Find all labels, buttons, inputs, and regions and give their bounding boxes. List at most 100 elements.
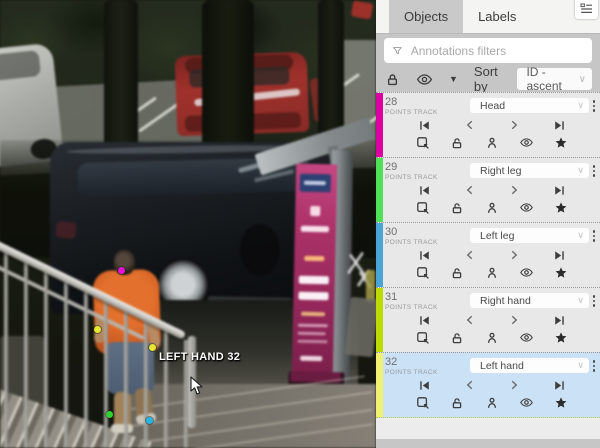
annotation-canvas[interactable]: LEFT HAND 32 [0, 0, 376, 448]
hide-all-eye-icon[interactable] [416, 72, 433, 87]
prev-keyframe-icon[interactable] [464, 249, 476, 261]
object-label-value: Left leg [480, 230, 514, 242]
switch-outside-icon[interactable] [416, 201, 430, 215]
switch-hidden-eye-icon[interactable] [519, 136, 534, 149]
switch-hidden-eye-icon[interactable] [519, 266, 534, 279]
chevron-down-icon: ∨ [579, 74, 586, 85]
keyframe-navigation [418, 378, 566, 392]
prev-keyframe-icon[interactable] [464, 379, 476, 391]
switch-outside-icon[interactable] [416, 331, 430, 345]
switch-keyframe-star-icon[interactable] [554, 136, 568, 150]
sort-order-select[interactable]: ID - ascent ∨ [517, 68, 592, 90]
last-keyframe-icon[interactable] [553, 379, 566, 392]
sort-by-label: Sort by [474, 64, 502, 94]
keyframe-navigation [418, 313, 566, 327]
switch-lock-icon[interactable] [450, 396, 464, 410]
switch-lock-icon[interactable] [450, 266, 464, 280]
left-leg-point[interactable] [146, 417, 153, 424]
object-type: POINTS TRACK [385, 239, 438, 246]
selected-point-label: LEFT HAND 32 [159, 351, 240, 363]
switch-keyframe-star-icon[interactable] [554, 396, 568, 410]
switch-keyframe-star-icon[interactable] [554, 266, 568, 280]
object-id: 31 [385, 292, 397, 303]
sort-order-value: ID - ascent [526, 65, 578, 93]
tab-labels[interactable]: Labels [463, 0, 531, 33]
object-actions-menu-icon[interactable] [593, 295, 596, 307]
objects-list: 28 POINTS TRACK Head ∨ 29 POINTS TRACK R… [376, 92, 600, 418]
object-row[interactable]: 29 POINTS TRACK Right leg ∨ [376, 157, 600, 222]
switch-occluded-person-icon[interactable] [485, 136, 499, 150]
caret-down-icon[interactable]: ▼ [449, 75, 458, 84]
mouse-cursor [190, 376, 204, 396]
first-keyframe-icon[interactable] [418, 314, 431, 327]
object-color-strip [376, 353, 383, 417]
switch-keyframe-star-icon[interactable] [554, 201, 568, 215]
last-keyframe-icon[interactable] [553, 249, 566, 262]
sidebar-tabbar: Objects Labels [376, 0, 600, 34]
object-row[interactable]: 30 POINTS TRACK Left leg ∨ [376, 222, 600, 287]
tab-objects[interactable]: Objects [389, 0, 463, 33]
object-label-select[interactable]: Left hand ∨ [470, 358, 589, 373]
collapse-sidebar-button[interactable] [575, 0, 598, 19]
switch-hidden-eye-icon[interactable] [519, 396, 534, 409]
panel-footer [376, 418, 600, 439]
prev-keyframe-icon[interactable] [464, 314, 476, 326]
switch-outside-icon[interactable] [416, 396, 430, 410]
object-label-value: Left hand [480, 360, 524, 372]
object-switches [416, 330, 568, 345]
object-id: 28 [385, 97, 397, 108]
object-switches [416, 200, 568, 215]
object-switches [416, 265, 568, 280]
first-keyframe-icon[interactable] [418, 119, 431, 132]
chevron-down-icon: ∨ [577, 295, 584, 306]
object-label-select[interactable]: Right leg ∨ [470, 163, 589, 178]
next-keyframe-icon[interactable] [508, 379, 520, 391]
switch-lock-icon[interactable] [450, 136, 464, 150]
left-hand-point[interactable] [149, 344, 156, 351]
next-keyframe-icon[interactable] [508, 314, 520, 326]
last-keyframe-icon[interactable] [553, 184, 566, 197]
lock-all-icon[interactable] [385, 72, 400, 87]
switch-occluded-person-icon[interactable] [485, 396, 499, 410]
object-label-select[interactable]: Left leg ∨ [470, 228, 589, 243]
object-row[interactable]: 31 POINTS TRACK Right hand ∨ [376, 287, 600, 352]
last-keyframe-icon[interactable] [553, 119, 566, 132]
switch-keyframe-star-icon[interactable] [554, 331, 568, 345]
object-label-select[interactable]: Head ∨ [470, 98, 589, 113]
first-keyframe-icon[interactable] [418, 184, 431, 197]
object-row[interactable]: 28 POINTS TRACK Head ∨ [376, 92, 600, 157]
switch-lock-icon[interactable] [450, 331, 464, 345]
object-actions-menu-icon[interactable] [593, 100, 596, 112]
switch-outside-icon[interactable] [416, 266, 430, 280]
switch-occluded-person-icon[interactable] [485, 201, 499, 215]
annotations-filter[interactable] [384, 38, 592, 63]
object-label-value: Right hand [480, 295, 531, 307]
prev-keyframe-icon[interactable] [464, 184, 476, 196]
object-actions-menu-icon[interactable] [593, 360, 596, 372]
global-controls-row: ▼ Sort by ID - ascent ∨ [376, 66, 600, 92]
next-keyframe-icon[interactable] [508, 119, 520, 131]
switch-lock-icon[interactable] [450, 201, 464, 215]
keyframe-navigation [418, 248, 566, 262]
head-point[interactable] [118, 267, 125, 274]
first-keyframe-icon[interactable] [418, 379, 431, 392]
right-hand-point[interactable] [94, 326, 101, 333]
switch-hidden-eye-icon[interactable] [519, 201, 534, 214]
object-color-strip [376, 93, 383, 157]
object-row[interactable]: 32 POINTS TRACK Left hand ∨ [376, 352, 600, 418]
switch-occluded-person-icon[interactable] [485, 266, 499, 280]
first-keyframe-icon[interactable] [418, 249, 431, 262]
object-actions-menu-icon[interactable] [593, 230, 596, 242]
last-keyframe-icon[interactable] [553, 314, 566, 327]
switch-hidden-eye-icon[interactable] [519, 331, 534, 344]
right-leg-point[interactable] [106, 411, 113, 418]
object-label-select[interactable]: Right hand ∨ [470, 293, 589, 308]
object-label-value: Head [480, 100, 505, 112]
switch-outside-icon[interactable] [416, 136, 430, 150]
switch-occluded-person-icon[interactable] [485, 331, 499, 345]
filter-input[interactable] [409, 43, 584, 59]
next-keyframe-icon[interactable] [508, 184, 520, 196]
object-actions-menu-icon[interactable] [593, 165, 596, 177]
next-keyframe-icon[interactable] [508, 249, 520, 261]
prev-keyframe-icon[interactable] [464, 119, 476, 131]
